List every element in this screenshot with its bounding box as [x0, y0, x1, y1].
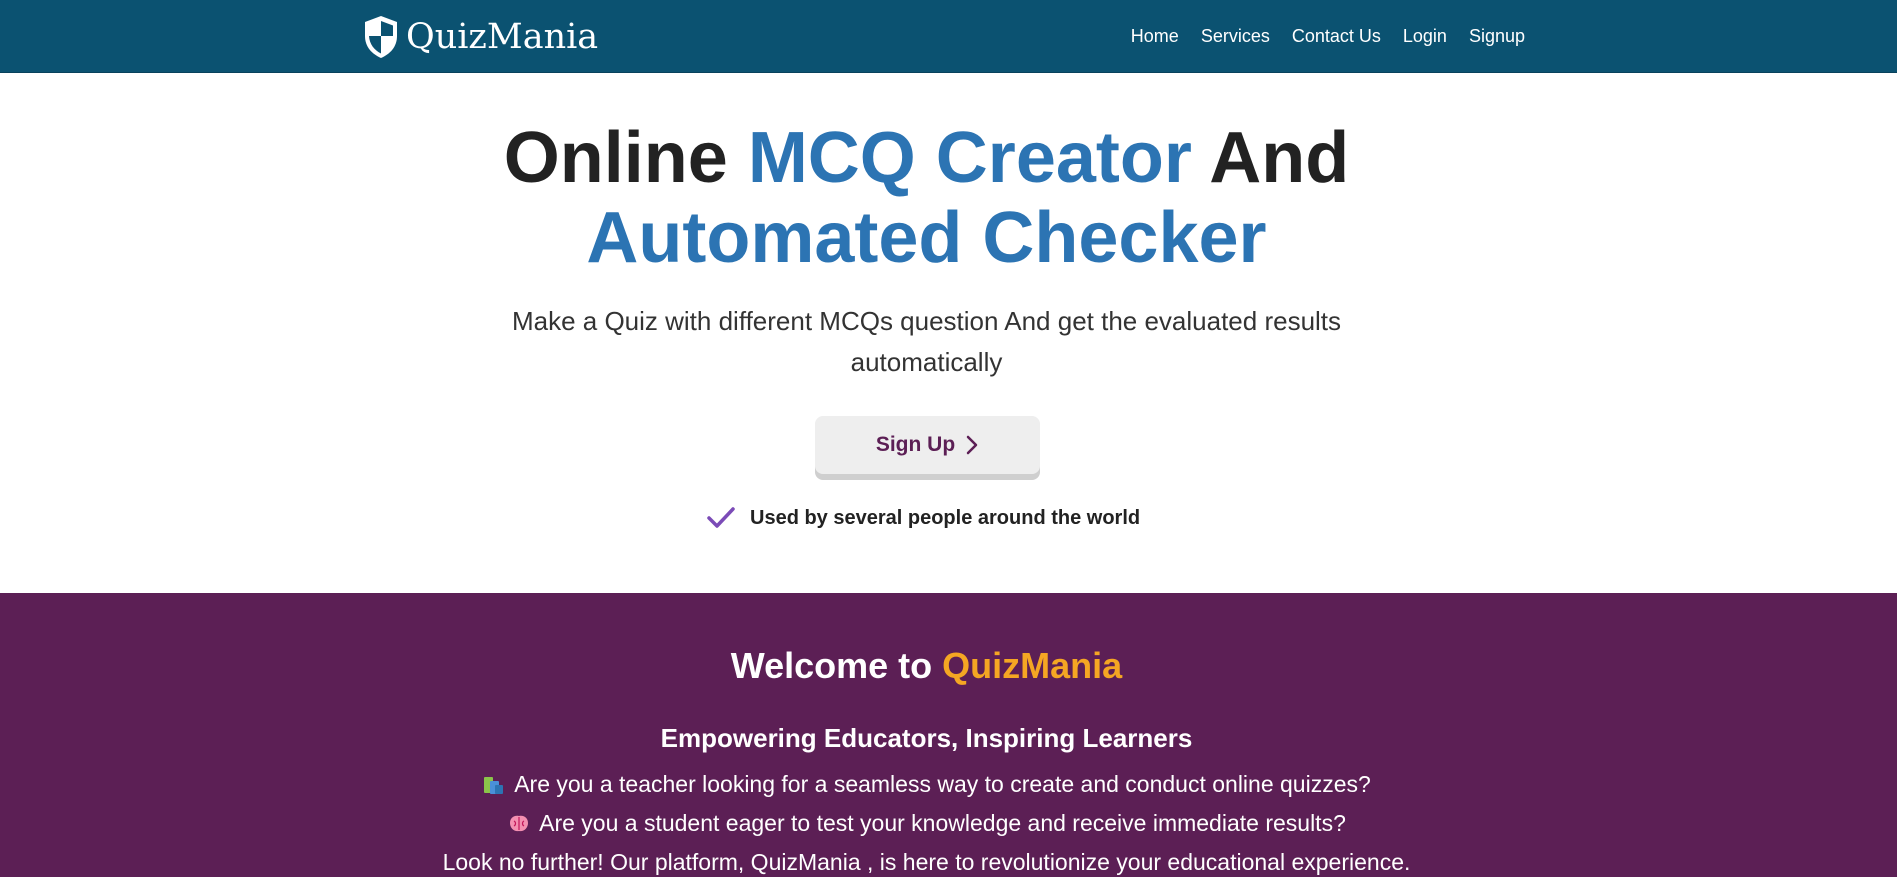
brand-name: QuizMania	[406, 17, 599, 57]
signup-button-label: Sign Up	[875, 433, 956, 456]
nav-link-signup[interactable]: Signup	[1469, 26, 1525, 47]
hero-title-accent2: Automated Checker	[586, 198, 1267, 278]
nav-link-services[interactable]: Services	[1201, 26, 1270, 47]
welcome-section: Welcome to QuizMania Empowering Educator…	[0, 593, 1897, 877]
check-icon	[707, 507, 735, 528]
hero-title-accent1: MCQ Creator	[747, 118, 1192, 198]
chevron-right-icon	[966, 435, 978, 455]
nav-links: Home Services Contact Us Login Signup	[1109, 0, 1525, 73]
welcome-line-platform: Look no further! Our platform, QuizMania…	[0, 843, 1853, 882]
hero-subtitle: Make a Quiz with different MCQs question…	[0, 301, 1853, 383]
welcome-title-prefix: Welcome to	[730, 645, 933, 686]
nav-link-login[interactable]: Login	[1403, 26, 1447, 47]
welcome-title-brand: QuizMania	[942, 645, 1123, 686]
trust-text: Used by several people around the world	[750, 506, 1141, 529]
signup-button[interactable]: Sign Up	[815, 416, 1040, 474]
hero-subtitle-line2: automatically	[850, 347, 1003, 377]
brain-icon	[510, 815, 529, 831]
navbar: QuizMania Home Services Contact Us Login…	[0, 0, 1897, 73]
welcome-line-student: Are you a student eager to test your kno…	[0, 804, 1853, 843]
hero-title-part1: Online	[503, 118, 728, 198]
shield-icon	[365, 16, 397, 58]
brand-logo[interactable]: QuizMania	[362, 13, 598, 61]
books-icon	[484, 776, 504, 794]
hero-subtitle-line1: Make a Quiz with different MCQs question…	[511, 306, 1342, 336]
welcome-lines: Are you a teacher looking for a seamless…	[0, 765, 1853, 882]
hero-title: Online MCQ Creator And Automated Checker	[0, 118, 1853, 278]
welcome-subtitle: Empowering Educators, Inspiring Learners	[660, 723, 1193, 753]
welcome-line3-text: Look no further! Our platform, QuizMania…	[442, 849, 1411, 875]
hero-title-part2: And	[1209, 118, 1350, 198]
welcome-line-teacher: Are you a teacher looking for a seamless…	[0, 765, 1853, 804]
nav-link-home[interactable]: Home	[1131, 26, 1179, 47]
welcome-line2-text: Are you a student eager to test your kno…	[539, 810, 1346, 836]
trust-badge: Used by several people around the world	[706, 500, 1140, 536]
welcome-line1-text: Are you a teacher looking for a seamless…	[514, 771, 1371, 797]
welcome-title: Welcome to QuizMania	[0, 645, 1853, 687]
nav-link-contact-us[interactable]: Contact Us	[1292, 26, 1381, 47]
